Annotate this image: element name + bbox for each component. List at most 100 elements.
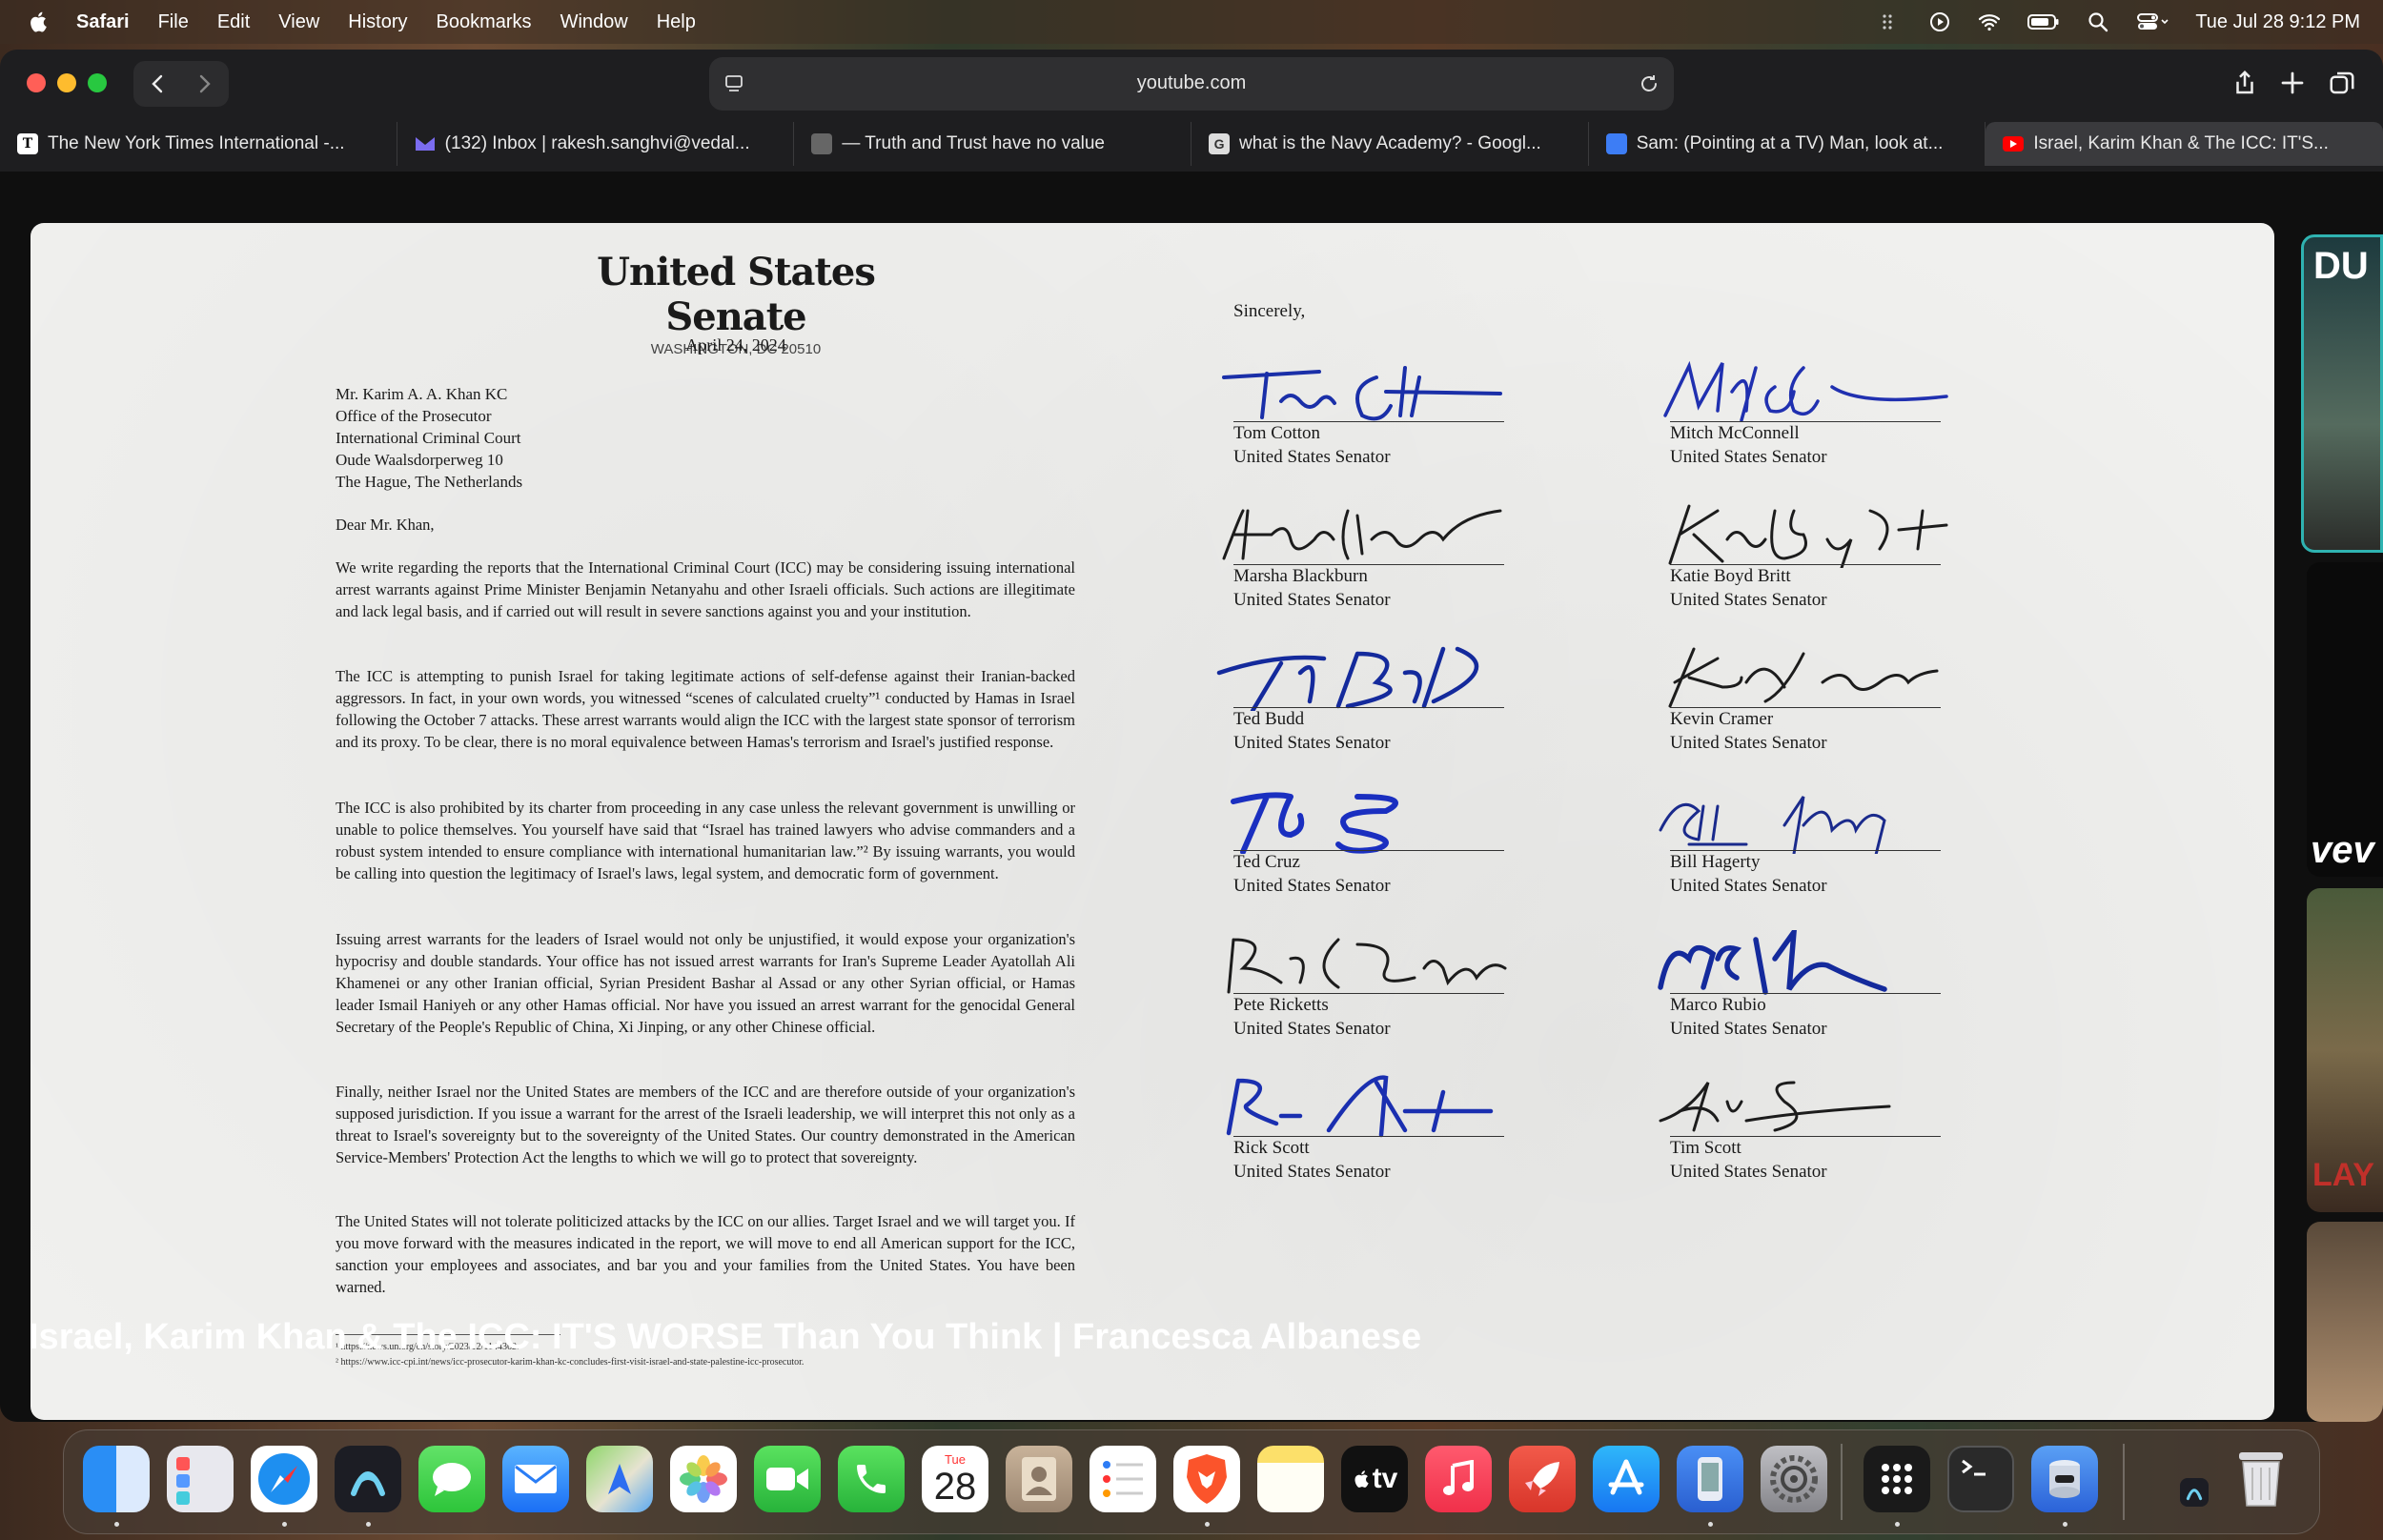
mail-icon (415, 133, 436, 154)
youtube-icon (2003, 136, 2025, 152)
signatory-title: United States Senator (1233, 876, 1391, 896)
rocket-icon[interactable] (1509, 1446, 1576, 1512)
tab-nytimes[interactable]: T The New York Times International -... (0, 122, 397, 166)
tab-title: Israel, Karim Khan & The ICC: IT'S... (2033, 133, 2329, 153)
close-window-button[interactable] (27, 73, 46, 92)
signature-line (1233, 421, 1504, 422)
new-tab-icon[interactable] (2278, 69, 2307, 97)
menu-window[interactable]: Window (560, 11, 628, 33)
brave-icon[interactable] (1173, 1446, 1240, 1512)
address-line: The Hague, The Netherlands (336, 473, 523, 491)
signature-drawing (1668, 504, 1948, 568)
address-text: youtube.com (1136, 72, 1247, 93)
phone-icon[interactable] (838, 1446, 905, 1512)
trash-icon[interactable] (2228, 1446, 2294, 1512)
play-circle-icon[interactable] (1928, 10, 1951, 33)
menu-bar: Safari File Edit View History Bookmarks … (0, 0, 2383, 44)
mail-icon[interactable] (502, 1446, 569, 1512)
signatory-name: Pete Ricketts (1233, 995, 1329, 1015)
reminders-icon[interactable] (1090, 1446, 1156, 1512)
tab-youtube[interactable]: Israel, Karim Khan & The ICC: IT'S... (1986, 122, 2383, 166)
signatory-title: United States Senator (1670, 1019, 1827, 1039)
battery-icon[interactable] (2027, 10, 2060, 33)
video-title[interactable]: Israel, Karim Khan & The ICC: IT'S WORSE… (29, 1317, 1421, 1358)
menu-safari[interactable]: Safari (76, 11, 130, 33)
apple-icon[interactable] (27, 10, 51, 34)
terminal-icon[interactable] (1947, 1446, 2014, 1512)
grid-dots-icon[interactable] (1879, 10, 1902, 33)
launcher-icon[interactable] (1864, 1446, 1930, 1512)
apple-icon (1354, 1470, 1369, 1488)
share-icon[interactable] (2230, 69, 2259, 97)
address-line: Oude Waalsdorperweg 10 (336, 451, 503, 469)
tab-truth[interactable]: — Truth and Trust have no value (794, 122, 1192, 166)
back-icon[interactable] (147, 72, 170, 95)
tab-inbox[interactable]: (132) Inbox | rakesh.sanghvi@vedal... (397, 122, 795, 166)
photos-icon[interactable] (670, 1446, 737, 1512)
signature-line (1670, 993, 1941, 994)
dock-divider (1841, 1444, 1843, 1520)
recommended-thumbnail[interactable]: LAY (2307, 888, 2383, 1212)
appletv-icon[interactable]: tv (1341, 1446, 1408, 1512)
tab-google[interactable]: G what is the Navy Academy? - Googl... (1192, 122, 1589, 166)
finder-icon[interactable] (83, 1446, 150, 1512)
signature-drawing (1658, 930, 1887, 995)
recommended-thumbnail[interactable]: vev (2307, 562, 2383, 877)
arc-icon[interactable] (335, 1446, 401, 1512)
wifi-icon[interactable] (1978, 10, 2001, 33)
arc-minimized-icon[interactable] (2180, 1478, 2209, 1507)
forward-icon[interactable] (193, 72, 215, 95)
nyt-icon: T (17, 133, 38, 154)
search-icon[interactable] (2087, 10, 2109, 33)
menubar-clock[interactable]: Tue Jul 28 9:12 PM (2195, 11, 2360, 33)
contacts-icon[interactable] (1006, 1446, 1072, 1512)
tab-title: — Truth and Trust have no value (842, 133, 1106, 153)
signatory-title: United States Senator (1670, 447, 1827, 467)
menu-history[interactable]: History (348, 11, 407, 33)
signatory-name: Marco Rubio (1670, 995, 1766, 1015)
menu-file[interactable]: File (158, 11, 189, 33)
signatory-name: Kevin Cramer (1670, 709, 1774, 729)
signatory-name: Marsha Blackburn (1233, 566, 1368, 586)
tab-docs[interactable]: Sam: (Pointing at a TV) Man, look at... (1589, 122, 1986, 166)
calendar-icon[interactable]: Tue 28 (922, 1446, 988, 1512)
signature-line (1670, 564, 1941, 565)
letter-paragraph: Finally, neither Israel nor the United S… (336, 1083, 1075, 1166)
signatory-name: Bill Hagerty (1670, 852, 1761, 872)
disk-icon[interactable] (2031, 1446, 2098, 1512)
signatory-title: United States Senator (1670, 733, 1827, 753)
signatory-name: Rick Scott (1233, 1138, 1310, 1158)
notes-icon[interactable] (1257, 1446, 1324, 1512)
music-icon[interactable] (1425, 1446, 1492, 1512)
reload-icon[interactable] (1638, 72, 1660, 95)
signature-line (1670, 850, 1941, 851)
facetime-icon[interactable] (754, 1446, 821, 1512)
address-bar[interactable]: youtube.com (709, 57, 1674, 111)
menu-bookmarks[interactable]: Bookmarks (437, 11, 532, 33)
zoom-window-button[interactable] (88, 73, 107, 92)
tab-title: what is the Navy Academy? - Googl... (1239, 133, 1541, 153)
appstore-icon[interactable] (1593, 1446, 1660, 1512)
signature-line (1233, 1136, 1504, 1137)
signature-drawing (1222, 366, 1502, 421)
maps-icon[interactable] (586, 1446, 653, 1512)
safari-icon[interactable] (251, 1446, 317, 1512)
control-center-icon[interactable] (2136, 10, 2169, 33)
thumbnail-text: DU (2313, 245, 2369, 287)
recommended-thumbnail[interactable] (2307, 1222, 2383, 1422)
messages-icon[interactable] (418, 1446, 485, 1512)
menu-view[interactable]: View (278, 11, 319, 33)
menu-help[interactable]: Help (657, 11, 696, 33)
address-line: Mr. Karim A. A. Khan KC (336, 385, 508, 403)
launchpad-icon[interactable] (167, 1446, 234, 1512)
recommended-thumbnail[interactable]: DU (2301, 234, 2383, 553)
tab-overview-icon[interactable] (2328, 69, 2356, 97)
dock: Tue 28 tv (63, 1429, 2320, 1534)
signature-drawing (1659, 1081, 1891, 1132)
device-icon[interactable] (1677, 1446, 1743, 1512)
video-frame-letter[interactable]: United States Senate WASHINGTON, DC 2051… (31, 223, 2274, 1420)
minimize-window-button[interactable] (57, 73, 76, 92)
letter-date: April 24, 2024 (685, 335, 786, 355)
settings-icon[interactable] (1761, 1446, 1827, 1512)
menu-edit[interactable]: Edit (217, 11, 250, 33)
